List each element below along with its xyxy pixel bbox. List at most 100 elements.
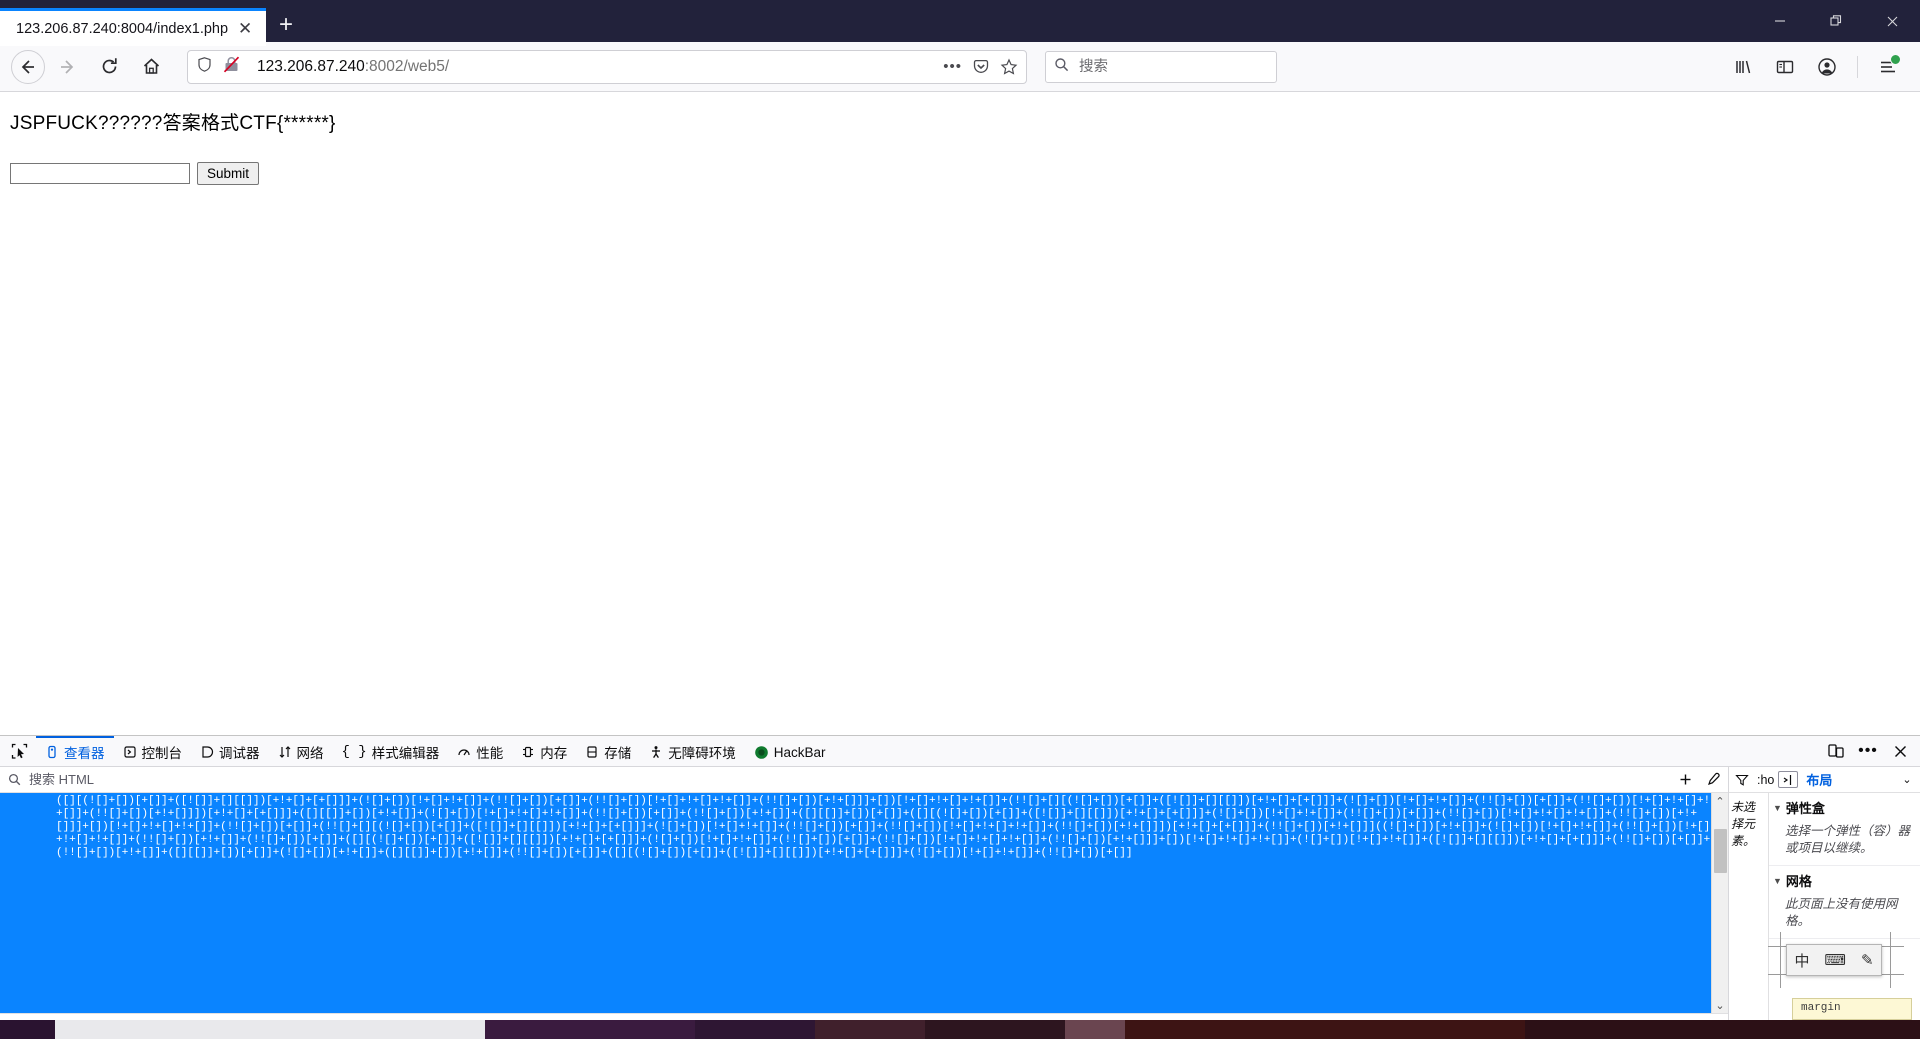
ime-key-chinese[interactable]: 中 <box>1794 950 1809 971</box>
browser-window: 123.206.87.240:8004/index1.php ✕ + 123.2… <box>0 0 1920 1039</box>
reload-button[interactable] <box>89 47 129 87</box>
home-button[interactable] <box>131 47 171 87</box>
address-bar[interactable]: 123.206.87.240:8002/web5/ ••• <box>187 49 1027 84</box>
new-tab-button[interactable]: + <box>266 6 306 44</box>
accessibility-icon <box>649 745 663 759</box>
answer-form: Submit <box>10 162 1910 185</box>
pocket-icon[interactable] <box>972 58 990 76</box>
scroll-up-icon[interactable]: ⌃ <box>1715 793 1724 809</box>
grid-section-title: 网格 <box>1785 874 1812 889</box>
restore-icon[interactable] <box>1808 0 1864 42</box>
box-model-margin-label: margin <box>1801 1002 1841 1014</box>
window-controls <box>1752 0 1920 42</box>
tab-performance[interactable]: 性能 <box>448 736 512 766</box>
taskbar-segment <box>1065 1020 1125 1039</box>
tab-inspector[interactable]: 查看器 <box>36 736 114 766</box>
grid-section-header[interactable]: ▼ 网格 <box>1769 866 1920 894</box>
answer-input[interactable] <box>10 163 190 184</box>
chevron-down-icon: ▼ <box>1773 802 1782 813</box>
close-devtools-icon[interactable] <box>1886 737 1914 765</box>
responsive-mode-icon[interactable] <box>1822 737 1850 765</box>
flexbox-section-header[interactable]: ▼ 弹性盒 <box>1769 793 1920 821</box>
tab-debugger[interactable]: 调试器 <box>191 736 269 766</box>
address-bar-url: 123.206.87.240:8002/web5/ <box>257 58 935 76</box>
forward-button[interactable] <box>47 47 87 87</box>
account-icon[interactable] <box>1807 47 1847 87</box>
taskbar-segment <box>925 1020 1065 1039</box>
pseudo-class-toggle[interactable]: :ho <box>1755 773 1776 787</box>
side-panel-toolbar: :ho 布局 ⌄ <box>1729 767 1920 793</box>
scrollbar-thumb[interactable] <box>1714 829 1727 873</box>
tab-layout[interactable]: 布局 <box>1800 770 1838 789</box>
element-picker-icon[interactable] <box>2 736 36 766</box>
scroll-down-icon[interactable]: ⌄ <box>1715 997 1724 1013</box>
minimize-icon[interactable] <box>1752 0 1808 42</box>
bookmark-star-icon[interactable] <box>1000 58 1018 76</box>
navigation-toolbar: 123.206.87.240:8002/web5/ ••• <box>0 42 1920 92</box>
filter-icon[interactable] <box>1731 769 1753 791</box>
tab-network[interactable]: 网络 <box>269 736 333 766</box>
insecure-connection-icon[interactable] <box>222 55 241 79</box>
markup-search-input[interactable] <box>27 771 1668 788</box>
menu-icon[interactable] <box>1868 47 1908 87</box>
markup-scrollbar[interactable]: ⌃ ⌄ <box>1711 793 1728 1013</box>
submit-button[interactable]: Submit <box>197 162 260 185</box>
tab-strip: 123.206.87.240:8004/index1.php ✕ + <box>0 0 306 46</box>
tab-console-label: 控制台 <box>141 746 183 761</box>
address-bar-actions: ••• <box>943 58 1018 76</box>
close-icon[interactable] <box>1864 0 1920 42</box>
back-button[interactable] <box>11 49 45 84</box>
grid-section-note: 此页面上没有使用网格。 <box>1769 894 1920 939</box>
devtools-body: ([][(![]+[])[+[]]+([![]]+[][[]])[+!+[]+[… <box>0 767 1920 1039</box>
chevron-down-icon: ▼ <box>1773 875 1782 886</box>
taskbar[interactable] <box>0 1020 1920 1039</box>
markup-view[interactable]: ([][(![]+[])[+[]]+([![]]+[][[]])[+!+[]+[… <box>0 793 1728 1013</box>
browser-tab[interactable]: 123.206.87.240:8004/index1.php ✕ <box>0 8 267 46</box>
page-actions-icon[interactable]: ••• <box>943 58 962 75</box>
library-icon[interactable] <box>1723 47 1763 87</box>
toolbar-separator <box>1857 55 1858 78</box>
taskbar-segment <box>815 1020 925 1039</box>
page-title: JSPFUCK??????答案格式CTF{******} <box>10 113 336 134</box>
search-icon <box>4 773 21 786</box>
devtools-tab-bar: 查看器 控制台 调试器 网络 { } 样式编辑器 性能 内存 存储 无障碍环境 … <box>0 736 1920 767</box>
shield-icon[interactable] <box>196 56 213 78</box>
tab-style-editor-label: 样式编辑器 <box>371 746 440 761</box>
update-badge <box>1890 53 1901 65</box>
meatball-menu-icon[interactable]: ••• <box>1854 737 1882 765</box>
eyedropper-icon[interactable] <box>1702 769 1724 791</box>
selected-node-text[interactable]: ([][(![]+[])[+[]]+([![]]+[][[]])[+!+[]+[… <box>0 793 1711 1013</box>
tab-network-label: 网络 <box>296 746 324 761</box>
ime-key-pen[interactable]: ✎ <box>1861 951 1874 969</box>
style-editor-icon: { } <box>341 744 367 760</box>
site-identity[interactable] <box>196 55 249 79</box>
tab-style-editor[interactable]: { } 样式编辑器 <box>333 736 449 766</box>
console-icon <box>123 745 137 759</box>
settings-icon[interactable]: ⌄ <box>1896 769 1918 791</box>
add-node-icon[interactable] <box>1674 769 1696 791</box>
tab-performance-label: 性能 <box>476 746 504 761</box>
ime-key-keyboard[interactable]: ⌨ <box>1824 951 1846 969</box>
tab-storage[interactable]: 存储 <box>576 736 640 766</box>
title-bar: 123.206.87.240:8004/index1.php ✕ + <box>0 0 1920 46</box>
url-host: 123.206.87.240 <box>257 57 365 75</box>
search-icon <box>1054 57 1069 77</box>
url-path: :8002/web5/ <box>364 57 450 75</box>
expand-pane-icon[interactable] <box>1778 771 1799 788</box>
sidebar-icon[interactable] <box>1765 47 1805 87</box>
taskbar-segment <box>1125 1020 1525 1039</box>
tab-console[interactable]: 控制台 <box>114 736 192 766</box>
ime-indicator[interactable]: 中 ⌨ ✎ <box>1786 944 1882 976</box>
tab-accessibility[interactable]: 无障碍环境 <box>640 736 745 766</box>
search-input[interactable] <box>1077 57 1268 76</box>
close-tab-icon[interactable]: ✕ <box>234 18 256 40</box>
search-bar[interactable] <box>1045 50 1277 83</box>
tab-inspector-label: 查看器 <box>64 746 105 761</box>
markup-search-row <box>0 767 1728 793</box>
tab-hackbar[interactable]: HackBar <box>745 736 835 766</box>
devtools-panel: 查看器 控制台 调试器 网络 { } 样式编辑器 性能 内存 存储 无障碍环境 … <box>0 735 1920 1039</box>
performance-icon <box>457 745 471 759</box>
taskbar-segment <box>485 1020 695 1039</box>
tab-memory[interactable]: 内存 <box>512 736 576 766</box>
taskbar-segment <box>55 1020 485 1039</box>
